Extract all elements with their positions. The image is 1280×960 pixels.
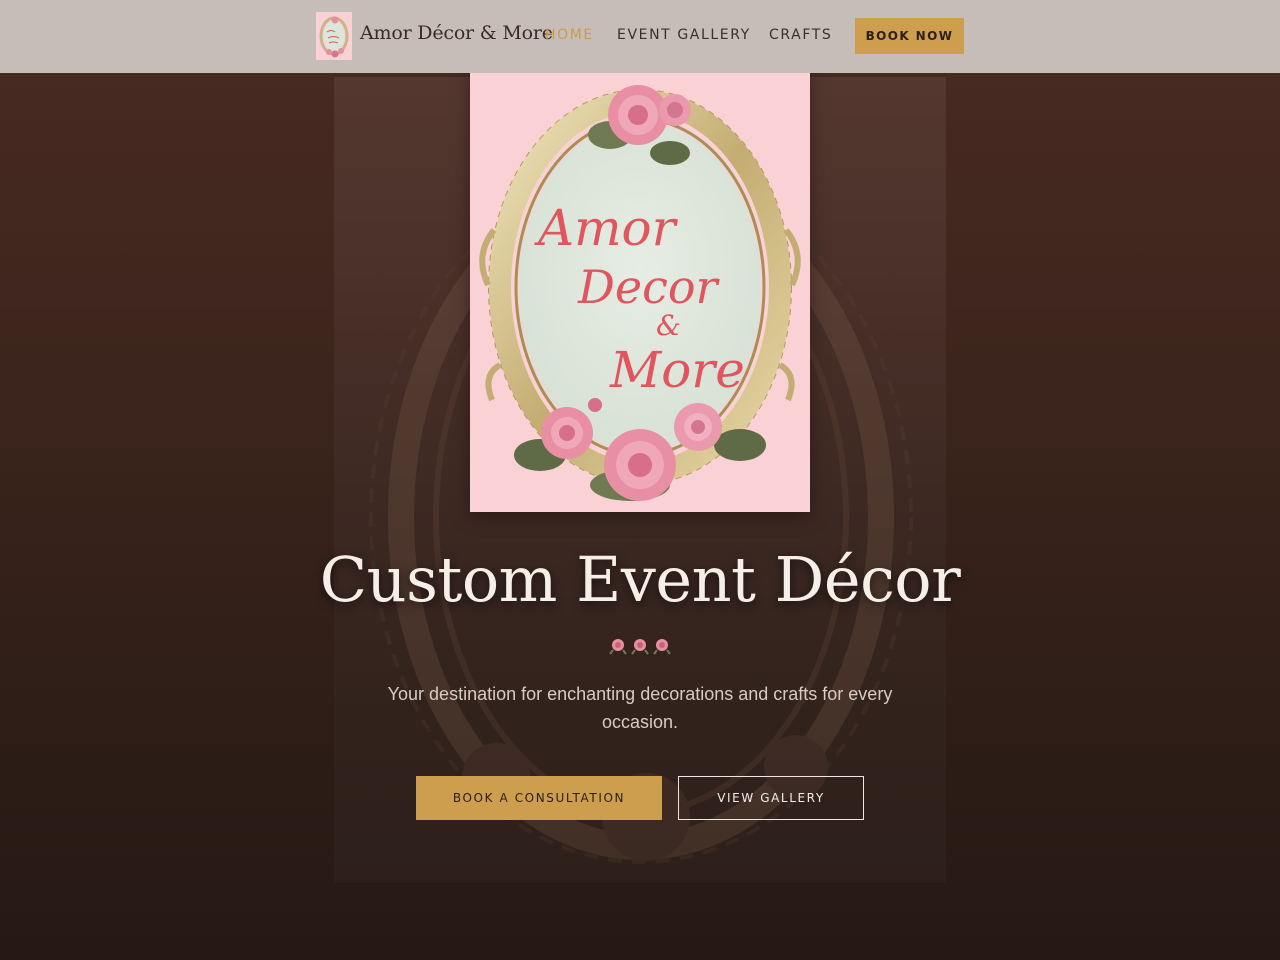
brand-logo[interactable] (316, 12, 352, 60)
svg-text:Decor: Decor (577, 260, 721, 314)
brand-logo-image: Amor Decor & More (470, 65, 810, 512)
svg-text:More: More (609, 341, 745, 399)
hero-title: Custom Event Décor (319, 543, 961, 616)
nav-link-crafts[interactable]: CRAFTS (769, 27, 832, 43)
top-navbar: Amor Décor & More HOME EVENT GALLERY CRA… (0, 0, 1280, 73)
nav-link-home[interactable]: HOME (545, 27, 594, 43)
book-now-button[interactable]: BOOK NOW (855, 18, 964, 54)
view-gallery-button[interactable]: VIEW GALLERY (678, 776, 864, 820)
book-consultation-button[interactable]: BOOK A CONSULTATION (416, 776, 662, 820)
brand-name[interactable]: Amor Décor & More (360, 22, 553, 44)
rose-icon (609, 639, 671, 655)
nav-link-event-gallery[interactable]: EVENT GALLERY (617, 27, 751, 43)
svg-text:&: & (656, 309, 681, 342)
hero-subtitle: Your destination for enchanting decorati… (387, 684, 893, 732)
svg-text:Amor: Amor (534, 199, 679, 257)
